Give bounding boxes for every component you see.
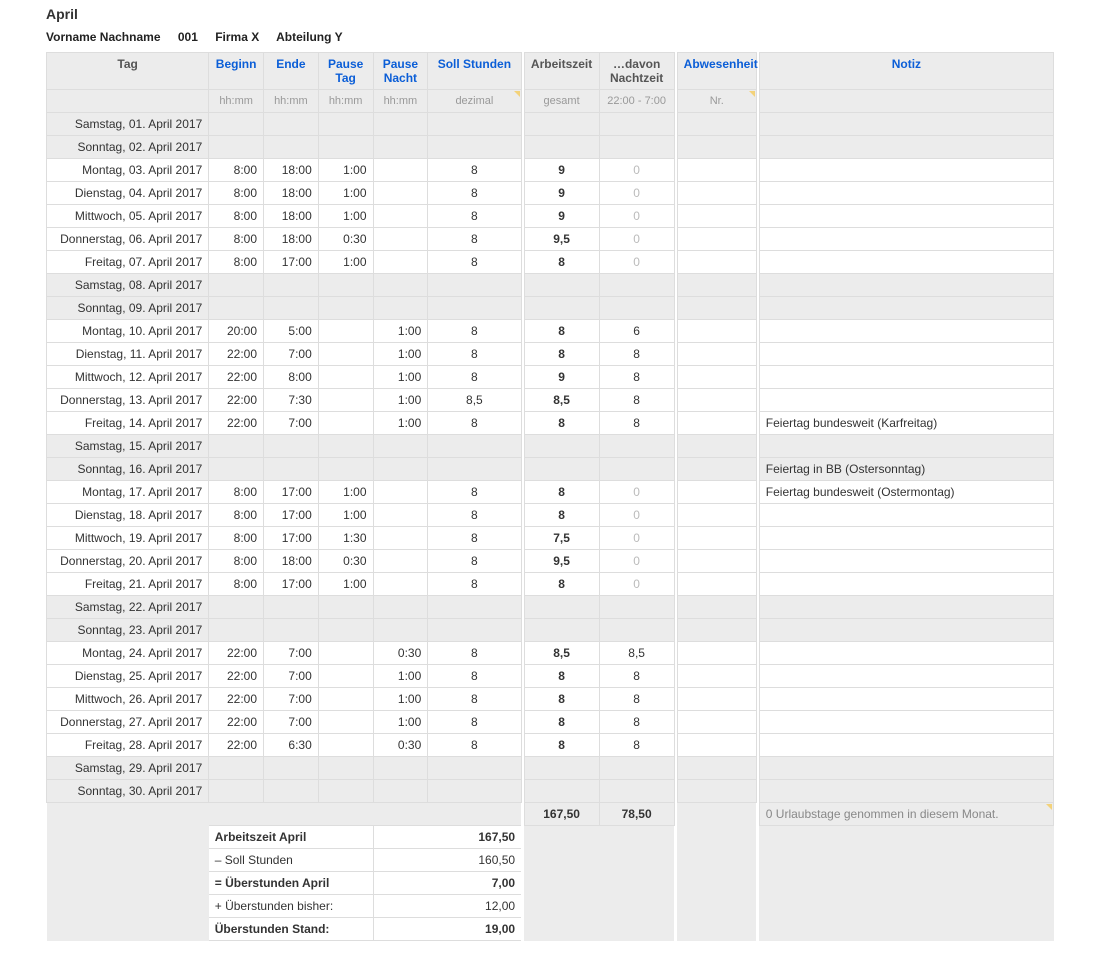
table-row: Donnerstag, 13. April 201722:007:301:008… [47, 389, 1054, 412]
table-row: Donnerstag, 20. April 20178:0018:000:308… [47, 550, 1054, 573]
table-row: Montag, 24. April 201722:007:000:3088,58… [47, 642, 1054, 665]
col-ende: Ende [264, 53, 319, 90]
table-row: Mittwoch, 19. April 20178:0017:001:3087,… [47, 527, 1054, 550]
summary-stand-label: Überstunden Stand: [209, 918, 373, 941]
table-row: Freitag, 28. April 201722:006:300:30888 [47, 734, 1054, 757]
table-row: Freitag, 14. April 201722:007:001:00888F… [47, 412, 1054, 435]
summary-bisher-val: 12,00 [373, 895, 521, 918]
table-row: Montag, 17. April 20178:0017:001:00880Fe… [47, 481, 1054, 504]
table-row: Sonntag, 16. April 2017Feiertag in BB (O… [47, 458, 1054, 481]
col-soll: Soll Stunden [428, 53, 521, 90]
table-row: Dienstag, 04. April 20178:0018:001:00890 [47, 182, 1054, 205]
table-row: Sonntag, 30. April 2017 [47, 780, 1054, 803]
table-row: Mittwoch, 12. April 201722:008:001:00898 [47, 366, 1054, 389]
col-pause-tag: Pause Tag [318, 53, 373, 90]
summary-arbeitszeit-label: Arbeitszeit April [209, 826, 373, 849]
table-row: Freitag, 07. April 20178:0017:001:00880 [47, 251, 1054, 274]
total-nachtzeit: 78,50 [599, 803, 674, 826]
sub-abw: Nr. [677, 90, 756, 113]
summary-stand-val: 19,00 [373, 918, 521, 941]
table-row: Samstag, 15. April 2017 [47, 435, 1054, 458]
summary-bisher-label: + Überstunden bisher: [209, 895, 373, 918]
employee-company: Firma X [215, 30, 259, 44]
sub-nacht: 22:00 - 7:00 [599, 90, 674, 113]
sub-ptag: hh:mm [318, 90, 373, 113]
table-row: Montag, 10. April 201720:005:001:00886 [47, 320, 1054, 343]
col-pause-nacht: Pause Nacht [373, 53, 428, 90]
col-nachtzeit: …davon Nachtzeit [599, 53, 674, 90]
table-row: Montag, 03. April 20178:0018:001:00890 [47, 159, 1054, 182]
table-row: Sonntag, 02. April 2017 [47, 136, 1054, 159]
col-beginn: Beginn [209, 53, 264, 90]
table-row: Dienstag, 18. April 20178:0017:001:00880 [47, 504, 1054, 527]
table-row: Donnerstag, 06. April 20178:0018:000:308… [47, 228, 1054, 251]
table-row: Mittwoch, 26. April 201722:007:001:00888 [47, 688, 1054, 711]
table-row: Sonntag, 23. April 2017 [47, 619, 1054, 642]
table-row: Dienstag, 11. April 201722:007:001:00888 [47, 343, 1054, 366]
timesheet-table: Tag Beginn Ende Pause Tag Pause Nacht So… [46, 52, 1054, 941]
col-tag: Tag [47, 53, 209, 90]
sub-pnacht: hh:mm [373, 90, 428, 113]
col-notiz: Notiz [759, 53, 1053, 90]
summary-soll-val: 160,50 [373, 849, 521, 872]
table-row: Samstag, 29. April 2017 [47, 757, 1054, 780]
col-arbeitszeit: Arbeitszeit [524, 53, 599, 90]
total-arbeitszeit: 167,50 [524, 803, 599, 826]
employee-id: 001 [178, 30, 198, 44]
summary-ueberst-val: 7,00 [373, 872, 521, 895]
table-row: Samstag, 01. April 2017 [47, 113, 1054, 136]
employee-info: Vorname Nachname 001 Firma X Abteilung Y [46, 30, 1054, 44]
table-row: Samstag, 08. April 2017 [47, 274, 1054, 297]
summary-ueberst-label: = Überstunden April [209, 872, 373, 895]
summary-soll-label: – Soll Stunden [209, 849, 373, 872]
sub-ende: hh:mm [264, 90, 319, 113]
table-row: Donnerstag, 27. April 201722:007:001:008… [47, 711, 1054, 734]
table-row: Samstag, 22. April 2017 [47, 596, 1054, 619]
table-row: Mittwoch, 05. April 20178:0018:001:00890 [47, 205, 1054, 228]
employee-name: Vorname Nachname [46, 30, 161, 44]
table-row: Sonntag, 09. April 2017 [47, 297, 1054, 320]
sub-beginn: hh:mm [209, 90, 264, 113]
sub-arb: gesamt [524, 90, 599, 113]
summary-arbeitszeit-val: 167,50 [373, 826, 521, 849]
totals-note: 0 Urlaubstage genommen in diesem Monat. [759, 803, 1053, 826]
employee-department: Abteilung Y [276, 30, 342, 44]
sub-soll: dezimal [428, 90, 521, 113]
table-row: Freitag, 21. April 20178:0017:001:00880 [47, 573, 1054, 596]
table-row: Dienstag, 25. April 201722:007:001:00888 [47, 665, 1054, 688]
col-abwesenheit: Abwesenheit [677, 53, 756, 90]
page-title: April [46, 6, 1054, 22]
